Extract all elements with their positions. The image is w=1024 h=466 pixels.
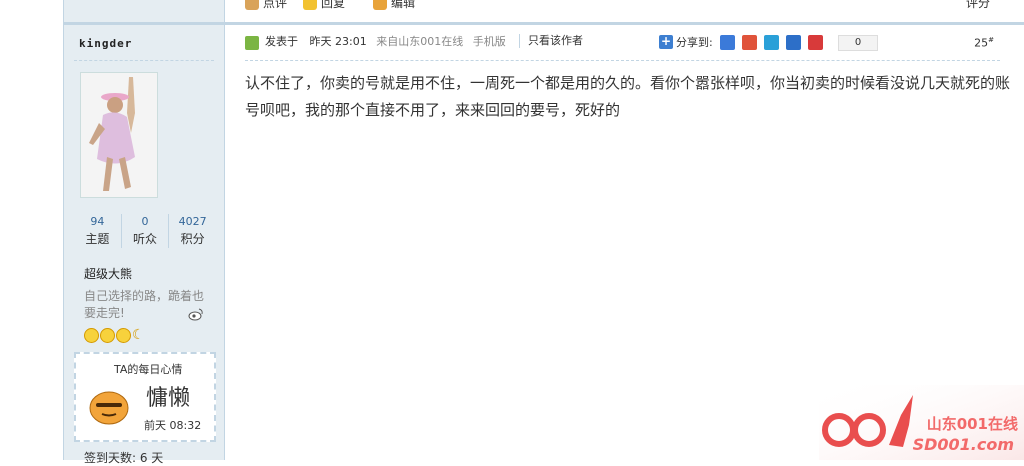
user-group[interactable]: 超级大熊 [84,265,132,282]
online-status-icon [245,36,259,50]
only-author-link[interactable]: 只看该作者 [519,34,583,48]
floor-value: 25 [974,36,989,50]
edit-action[interactable]: 编辑 [373,0,415,11]
stat-value: 4027 [178,215,207,228]
sina-weibo-icon[interactable] [741,34,757,50]
stat-followers[interactable]: 0 听众 [122,214,170,248]
share-bar: + 分享到: [659,34,823,50]
post-client[interactable]: 手机版 [473,35,506,48]
rate-action[interactable]: 评分 [966,0,990,11]
watermark-domain: SD001.com [912,435,1014,454]
divider [245,60,1000,61]
post-source[interactable]: 来自山东001在线 [376,35,463,48]
qq-icon[interactable] [807,34,823,50]
stat-label: 听众 [133,232,158,246]
weibo-icon[interactable] [188,307,204,321]
author-username[interactable]: kingder [79,37,132,50]
lazy-face-icon [89,391,129,425]
sun-medal-icon [116,328,131,343]
divider [64,22,224,25]
stat-points[interactable]: 4027 积分 [169,214,216,248]
moon-medal-icon: ☾ [132,327,145,343]
stat-threads[interactable]: 94 主题 [74,214,122,248]
author-sidebar: kingder 94 主题 0 听众 4027 积分 超级大熊 自己选择的路，跪… [63,0,225,465]
mood-word: 慵懒 [146,386,191,411]
author-stats: 94 主题 0 听众 4027 积分 [74,214,216,248]
stat-label: 积分 [180,232,205,246]
floor-sup: # [988,36,994,44]
checkin-days: 签到天数: 6 天 [84,451,164,465]
post-header: 发表于 昨天 23:01 来自山东001在线 手机版 只看该作者 + 分享到: … [245,34,1000,54]
reply-icon [303,0,317,10]
stat-value: 94 [90,215,105,228]
medal-row: ☾ [84,328,147,343]
posted-time: 昨天 23:01 [309,35,367,48]
share-label: 分享到: [676,36,713,49]
site-watermark: 山东001在线 SD001.com [819,385,1024,460]
mood-title: TA的每日心情 [114,363,183,376]
edit-label: 编辑 [391,0,416,10]
daily-mood-box: TA的每日心情 慵懒 前天 08:32 [74,352,216,442]
posted-prefix: 发表于 [265,35,298,48]
share-count: 0 [838,35,878,51]
watermark-text: 山东001在线 [926,415,1018,433]
share-plus-icon[interactable]: + [659,35,673,49]
avatar-image [81,73,157,197]
reply-action[interactable]: 回复 [303,0,345,11]
sun-medal-icon [100,328,115,343]
stat-label: 主题 [85,232,110,246]
divider [74,60,214,61]
sun-medal-icon [84,328,99,343]
post-body: 认不住了，你卖的号就是用不住，一周死一个都是用的久的。看你个嚣张样呗，你当初卖的… [245,74,1011,119]
post-action-bar: 点评 回复 编辑 评分 [225,0,1024,25]
avatar[interactable] [80,72,158,198]
comment-label: 点评 [263,0,288,10]
mood-time: 前天 08:32 [144,419,202,432]
pengyou-icon[interactable] [763,34,779,50]
reply-label: 回复 [321,0,346,10]
left-gutter [0,0,63,460]
floor-number[interactable]: 25# [974,36,994,50]
comment-icon [245,0,259,10]
post-meta: 发表于 昨天 23:01 来自山东001在线 手机版 [265,34,506,50]
qzone-icon[interactable] [719,34,735,50]
renren-icon[interactable] [785,34,801,50]
comment-action[interactable]: 点评 [245,0,287,11]
stat-value: 0 [141,215,149,228]
pencil-icon [373,0,387,10]
